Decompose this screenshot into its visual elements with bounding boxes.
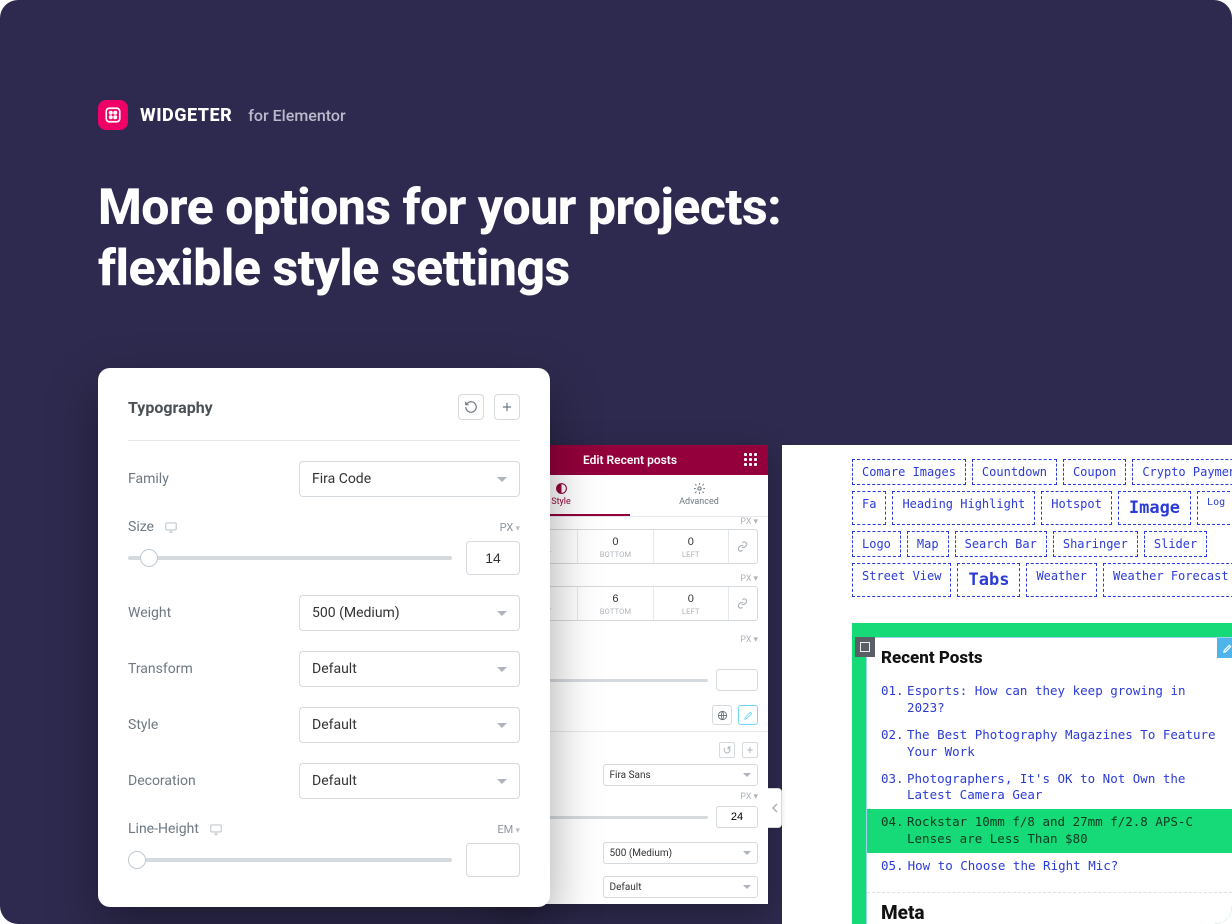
weight-select[interactable]: 500 (Medium) bbox=[603, 842, 759, 864]
dim-left[interactable] bbox=[654, 530, 728, 550]
reset-button[interactable] bbox=[458, 394, 484, 420]
decoration-select[interactable]: Default bbox=[299, 763, 520, 799]
typography-popover: Typography Family Fira Code Size PX bbox=[98, 368, 550, 907]
weight-select[interactable]: 500 (Medium) bbox=[299, 595, 520, 631]
tag-item[interactable]: Weather Forecast bbox=[1103, 563, 1232, 597]
post-title: Rockstar 10mm f/8 and 27mm f/2.8 APS-C L… bbox=[907, 814, 1223, 848]
transform-select[interactable]: Default bbox=[603, 876, 759, 898]
tag-item[interactable]: Coupon bbox=[1063, 459, 1126, 485]
tag-item[interactable]: Log bbox=[1197, 491, 1232, 525]
link-values-icon[interactable] bbox=[729, 530, 757, 563]
recent-post-item[interactable]: 05.How to Choose the Right Mic? bbox=[881, 853, 1223, 880]
style-select[interactable]: Default bbox=[299, 707, 520, 743]
post-number: 01. bbox=[881, 683, 903, 717]
apps-icon[interactable] bbox=[744, 453, 758, 467]
brand: WIDGETER for Elementor bbox=[98, 100, 346, 130]
post-title: Photographers, It's OK to Not Own the La… bbox=[907, 771, 1223, 805]
typography-title: Typography bbox=[128, 398, 213, 417]
recent-post-item[interactable]: 04.Rockstar 10mm f/8 and 27mm f/2.8 APS-… bbox=[867, 809, 1232, 853]
gear-icon bbox=[693, 482, 706, 495]
brand-logo-icon bbox=[98, 100, 128, 130]
pencil-icon[interactable] bbox=[738, 705, 758, 725]
family-select[interactable]: Fira Code bbox=[299, 461, 520, 497]
family-label: Family bbox=[128, 471, 283, 487]
dim-bottom[interactable] bbox=[578, 530, 652, 550]
reset-icon[interactable]: ↺ bbox=[719, 742, 735, 758]
add-button[interactable] bbox=[494, 394, 520, 420]
dim-bottom[interactable] bbox=[578, 587, 652, 607]
recent-posts-title: Recent Posts bbox=[867, 638, 1232, 674]
tag-item[interactable]: Search Bar bbox=[955, 531, 1047, 557]
post-number: 02. bbox=[881, 727, 903, 761]
style-icon bbox=[555, 482, 568, 495]
editor-title: Edit Recent posts bbox=[516, 453, 744, 467]
tab-style-label: Style bbox=[551, 497, 571, 507]
hero-line-1: More options for your projects: bbox=[98, 179, 781, 237]
tag-item[interactable]: Image bbox=[1118, 491, 1191, 525]
post-title: Esports: How can they keep growing in 20… bbox=[907, 683, 1223, 717]
size-slider[interactable] bbox=[128, 556, 452, 560]
tag-item[interactable]: Slider bbox=[1144, 531, 1207, 557]
hero-heading: More options for your projects: flexible… bbox=[98, 178, 781, 300]
decoration-label: Decoration bbox=[128, 773, 283, 789]
lineheight-label: Line-Height bbox=[128, 821, 497, 837]
transform-label: Transform bbox=[128, 661, 283, 677]
family-select[interactable]: Fira Sans bbox=[603, 764, 759, 786]
tag-item[interactable]: Tabs bbox=[957, 563, 1020, 597]
hero-line-2: flexible style settings bbox=[98, 240, 570, 298]
tag-item[interactable]: Comare Images bbox=[852, 459, 966, 485]
transform-select[interactable]: Default bbox=[299, 651, 520, 687]
tag-item[interactable]: Weather bbox=[1026, 563, 1097, 597]
recent-post-item[interactable]: 01.Esports: How can they keep growing in… bbox=[881, 678, 1223, 722]
size-unit[interactable]: PX bbox=[500, 521, 520, 534]
collapse-panel-handle[interactable] bbox=[768, 788, 782, 828]
recent-post-item[interactable]: 02.The Best Photography Magazines To Fea… bbox=[881, 722, 1223, 766]
recent-post-item[interactable]: 03.Photographers, It's OK to Not Own the… bbox=[881, 766, 1223, 810]
dim-left[interactable] bbox=[654, 587, 728, 607]
lineheight-unit[interactable]: EM bbox=[497, 823, 520, 836]
weight-label: Weight bbox=[128, 605, 283, 621]
globe-icon[interactable] bbox=[712, 705, 732, 725]
style-label: Style bbox=[128, 717, 283, 733]
tag-item[interactable]: Street View bbox=[852, 563, 951, 597]
tag-item[interactable]: Fa bbox=[852, 491, 886, 525]
tag-item[interactable]: Map bbox=[907, 531, 949, 557]
tag-item[interactable]: Countdown bbox=[972, 459, 1057, 485]
add-icon[interactable]: + bbox=[742, 742, 758, 758]
tag-cloud: Comare ImagesCountdownCouponCrypto Payme… bbox=[852, 459, 1232, 597]
size-label: Size bbox=[128, 519, 500, 535]
tab-advanced-label: Advanced bbox=[679, 497, 719, 507]
tag-item[interactable]: Crypto Payment bbox=[1132, 459, 1232, 485]
meta-heading: Meta bbox=[867, 892, 1232, 924]
lineheight-slider[interactable] bbox=[128, 858, 452, 862]
slider-value-input[interactable] bbox=[716, 669, 758, 691]
tag-item[interactable]: Logo bbox=[852, 531, 901, 557]
size-value-input[interactable] bbox=[716, 806, 758, 828]
recent-posts-widget: Recent Posts 01.Esports: How can they ke… bbox=[852, 623, 1232, 924]
responsive-icon[interactable] bbox=[164, 520, 178, 534]
brand-subtitle: for Elementor bbox=[248, 106, 345, 125]
lineheight-value-input[interactable] bbox=[466, 843, 520, 877]
tag-item[interactable]: Hotspot bbox=[1041, 491, 1112, 525]
responsive-icon[interactable] bbox=[209, 822, 223, 836]
post-title: How to Choose the Right Mic? bbox=[908, 858, 1119, 875]
brand-name: WIDGETER bbox=[140, 105, 232, 126]
post-number: 03. bbox=[881, 771, 903, 805]
link-values-icon[interactable] bbox=[729, 587, 757, 620]
tag-item[interactable]: Heading Highlight bbox=[892, 491, 1035, 525]
recent-posts-card[interactable]: Recent Posts 01.Esports: How can they ke… bbox=[866, 637, 1232, 924]
recent-posts-list: 01.Esports: How can they keep growing in… bbox=[867, 674, 1232, 892]
post-number: 04. bbox=[881, 814, 903, 848]
size-value-input[interactable] bbox=[466, 541, 520, 575]
tab-advanced[interactable]: Advanced bbox=[630, 475, 768, 516]
widget-drag-handle[interactable] bbox=[855, 637, 875, 657]
preview-area: Comare ImagesCountdownCouponCrypto Payme… bbox=[782, 445, 1232, 924]
post-number: 05. bbox=[881, 858, 904, 875]
post-title: The Best Photography Magazines To Featur… bbox=[907, 727, 1223, 761]
promo-canvas: WIDGETER for Elementor More options for … bbox=[0, 0, 1232, 924]
edit-widget-icon[interactable] bbox=[1217, 638, 1232, 658]
tag-item[interactable]: Sharinger bbox=[1053, 531, 1138, 557]
